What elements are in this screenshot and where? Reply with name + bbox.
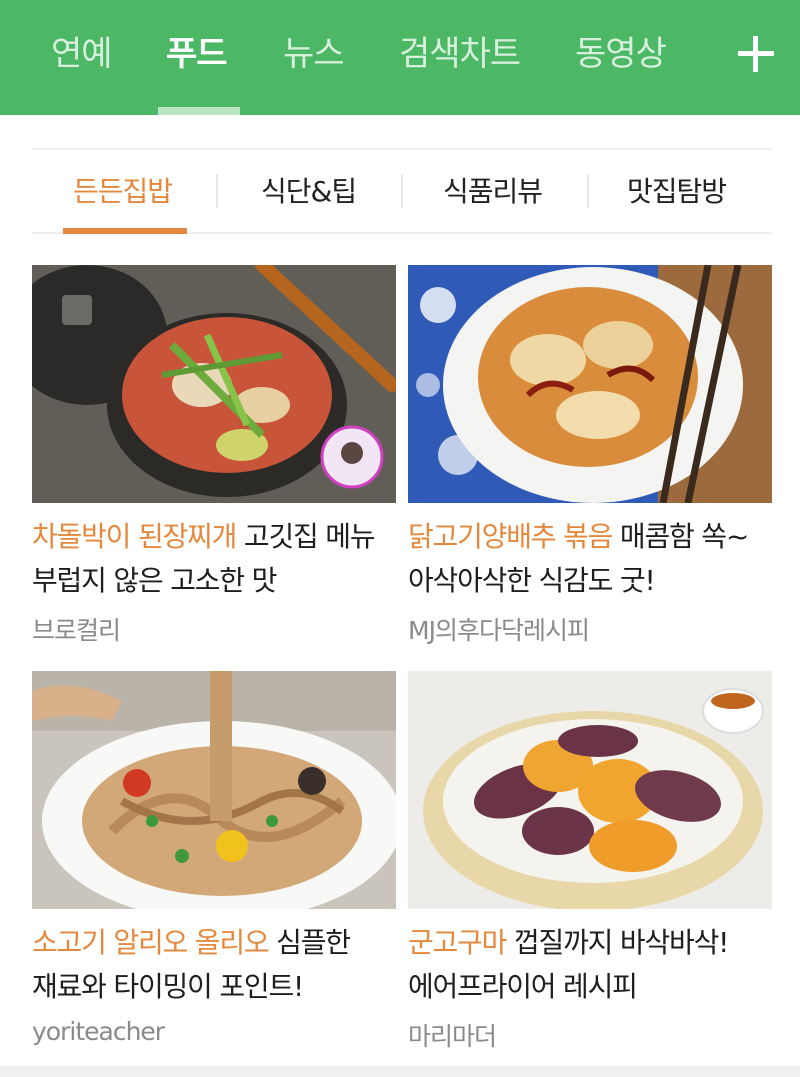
divider	[401, 174, 403, 208]
top-navigation: 연예 푸드 뉴스 검색차트 동영상	[0, 0, 800, 115]
divider	[216, 174, 218, 208]
card-title[interactable]: 소고기 알리오 올리오 심플한 재료와 타이밍이 포인트!	[32, 921, 396, 1009]
divider	[587, 174, 589, 208]
recipe-card[interactable]: 군고구마 껍질까지 바삭바삭! 에어프라이어 레시피 마리마더	[408, 671, 772, 1053]
active-subtab-underline	[63, 228, 187, 234]
tab-food[interactable]: 푸드	[166, 30, 228, 78]
recipe-card[interactable]: 소고기 알리오 올리오 심플한 재료와 타이밍이 포인트! yoriteache…	[32, 671, 396, 1046]
title-highlight: 소고기 알리오 올리오	[32, 926, 270, 959]
source-name[interactable]: 마리마더	[408, 1017, 772, 1053]
source-name[interactable]: MJ의후다닥레시피	[408, 611, 772, 647]
tab-search-chart[interactable]: 검색차트	[399, 30, 521, 78]
title-highlight: 차돌박이 된장찌개	[32, 520, 237, 553]
title-highlight: 군고구마	[408, 926, 507, 959]
recipe-card[interactable]: 차돌박이 된장찌개 고깃집 메뉴 부럽지 않은 고소한 맛 브로컬리	[32, 265, 396, 647]
recipe-card[interactable]: 닭고기양배추 볶음 매콤함 쏙~ 아삭아삭한 식감도 굿! MJ의후다닥레시피	[408, 265, 772, 647]
tab-entertainment[interactable]: 연예	[51, 30, 113, 78]
subtab-home-meal[interactable]: 든든집밥	[73, 172, 173, 212]
tab-news[interactable]: 뉴스	[283, 30, 345, 78]
title-highlight: 닭고기양배추 볶음	[408, 520, 613, 553]
source-name[interactable]: 브로컬리	[32, 611, 396, 647]
card-title[interactable]: 군고구마 껍질까지 바삭바삭! 에어프라이어 레시피	[408, 921, 772, 1009]
plus-icon[interactable]	[738, 36, 774, 72]
subtab-food-review[interactable]: 식품리뷰	[443, 172, 543, 212]
beef-aglio-olio-photo[interactable]	[32, 671, 396, 909]
subtab-restaurant-tour[interactable]: 맛집탐방	[627, 172, 727, 212]
card-title[interactable]: 차돌박이 된장찌개 고깃집 메뉴 부럽지 않은 고소한 맛	[32, 515, 396, 603]
card-title[interactable]: 닭고기양배추 볶음 매콤함 쏙~ 아삭아삭한 식감도 굿!	[408, 515, 772, 603]
chicken-cabbage-stirfry-photo[interactable]	[408, 265, 772, 503]
bottom-divider	[0, 1066, 800, 1077]
roasted-sweet-potato-photo[interactable]	[408, 671, 772, 909]
sub-navigation: 든든집밥 식단&팁 식품리뷰 맛집탐방	[32, 148, 772, 234]
tab-video[interactable]: 동영상	[575, 30, 667, 78]
subtab-diet-tips[interactable]: 식단&팁	[261, 172, 357, 212]
doenjang-stew-photo[interactable]	[32, 265, 396, 503]
source-name[interactable]: yoriteacher	[32, 1017, 396, 1046]
active-tab-indicator	[158, 107, 240, 115]
